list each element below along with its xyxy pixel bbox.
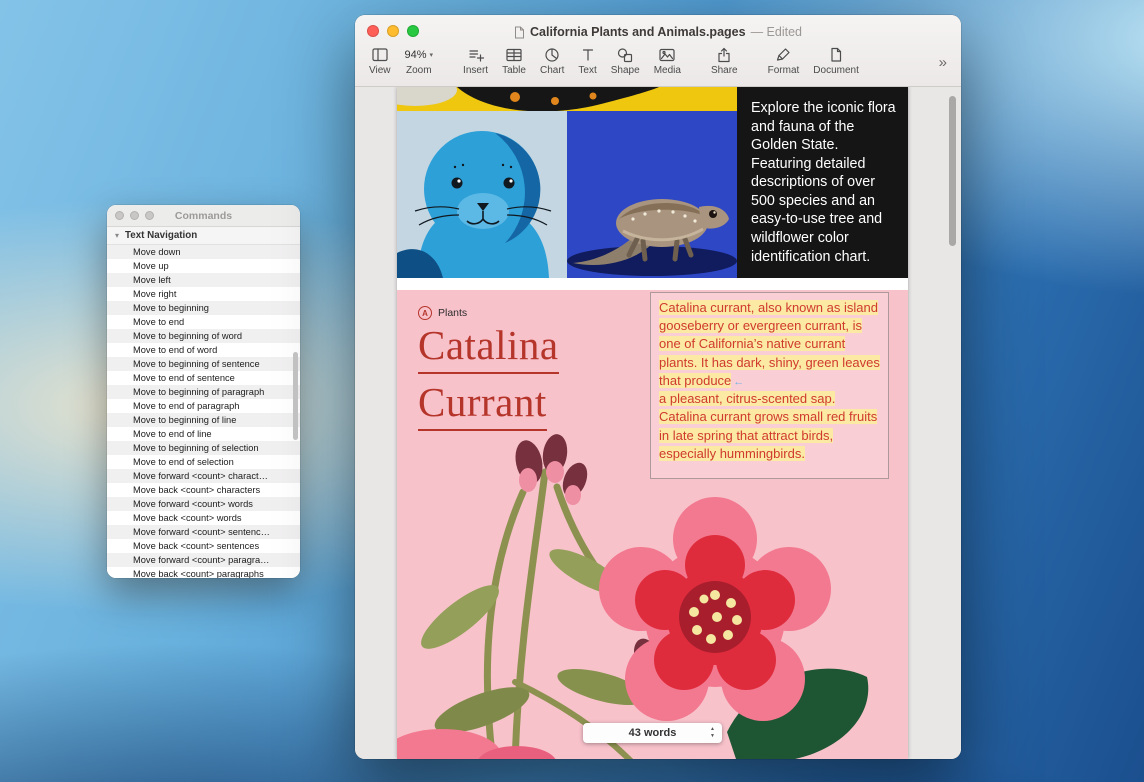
- toolbar-table-button[interactable]: Table: [502, 46, 526, 76]
- edited-badge: — Edited: [751, 25, 802, 39]
- commands-window-title: Commands: [175, 210, 232, 222]
- stepper-chevrons-icon: ▲ ▼: [710, 726, 715, 740]
- insert-icon: [467, 46, 485, 63]
- body-text-part1: Catalina currant, also known as island g…: [659, 300, 880, 388]
- list-item[interactable]: Move back <count> paragraphs: [107, 567, 300, 578]
- article-section: A Plants Catalina Currant Catalina curra…: [397, 290, 908, 759]
- shape-icon: [616, 46, 634, 63]
- line-break-marker: ←: [731, 376, 744, 388]
- document-page: Explore the iconic flora and fauna of th…: [397, 87, 908, 759]
- heading-line-2: Currant: [418, 381, 547, 431]
- list-item[interactable]: Move down: [107, 245, 300, 259]
- list-item[interactable]: Move to end of selection: [107, 455, 300, 469]
- list-item[interactable]: Move to end: [107, 315, 300, 329]
- list-item[interactable]: Move to end of sentence: [107, 371, 300, 385]
- toolbar-text-button[interactable]: Text: [578, 46, 596, 76]
- cover-intro-text[interactable]: Explore the iconic flora and fauna of th…: [737, 87, 908, 278]
- minimize-button[interactable]: [387, 25, 399, 37]
- list-item[interactable]: Move left: [107, 273, 300, 287]
- list-item[interactable]: Move to end of paragraph: [107, 399, 300, 413]
- pages-window: California Plants and Animals.pages — Ed…: [355, 15, 961, 759]
- word-count-label: 43 words: [629, 727, 677, 739]
- commands-section-label: Text Navigation: [125, 230, 197, 241]
- document-title: California Plants and Animals.pages: [530, 25, 746, 39]
- list-item[interactable]: Move to beginning of line: [107, 413, 300, 427]
- window-title: California Plants and Animals.pages — Ed…: [514, 25, 802, 39]
- window-controls: [367, 25, 419, 37]
- media-icon: [658, 46, 676, 63]
- list-item[interactable]: Move forward <count> sentenc…: [107, 525, 300, 539]
- category-label: Plants: [438, 307, 467, 319]
- list-item[interactable]: Move to beginning of selection: [107, 441, 300, 455]
- list-item[interactable]: Move to beginning: [107, 301, 300, 315]
- view-icon: [371, 46, 389, 63]
- chevron-down-icon[interactable]: ▾: [115, 232, 119, 240]
- pages-header: California Plants and Animals.pages — Ed…: [355, 15, 961, 87]
- list-item[interactable]: Move forward <count> paragra…: [107, 553, 300, 567]
- minimize-button[interactable]: [130, 211, 139, 220]
- butterfly-strip-illustration[interactable]: [397, 87, 737, 111]
- commands-scrollbar[interactable]: [293, 352, 298, 440]
- heading-line-1: Catalina: [418, 324, 559, 374]
- table-icon: [505, 46, 523, 63]
- toolbar-shape-button[interactable]: Shape: [611, 46, 640, 76]
- document-proxy-icon: [514, 26, 525, 39]
- commands-titlebar[interactable]: Commands: [107, 205, 300, 227]
- share-icon: [715, 46, 733, 63]
- pages-titlebar[interactable]: California Plants and Animals.pages — Ed…: [355, 15, 961, 45]
- text-icon: [579, 46, 597, 63]
- list-item[interactable]: Move up: [107, 259, 300, 273]
- zoom-button[interactable]: [407, 25, 419, 37]
- category-tag[interactable]: A Plants: [418, 306, 467, 320]
- document-icon: [827, 46, 845, 63]
- chart-icon: [543, 46, 561, 63]
- toolbar-insert-button[interactable]: Insert: [463, 46, 488, 76]
- commands-window: Commands ▾ Text Navigation Move downMove…: [107, 205, 300, 578]
- seal-illustration[interactable]: [397, 111, 567, 278]
- window-controls: [115, 211, 154, 220]
- pages-toolbar: View 94%▾ Zoom Insert Table Chart Text: [355, 45, 961, 87]
- list-item[interactable]: Move forward <count> charact…: [107, 469, 300, 483]
- window-scrollbar[interactable]: [949, 96, 956, 246]
- commands-list: Move downMove upMove leftMove rightMove …: [107, 245, 300, 578]
- toolbar-chart-button[interactable]: Chart: [540, 46, 564, 76]
- list-item[interactable]: Move forward <count> words: [107, 497, 300, 511]
- toolbar-format-button[interactable]: Format: [768, 46, 800, 76]
- toolbar-document-button[interactable]: Document: [813, 46, 859, 76]
- list-item[interactable]: Move back <count> words: [107, 511, 300, 525]
- close-button[interactable]: [367, 25, 379, 37]
- format-icon: [774, 46, 792, 63]
- list-item[interactable]: Move to beginning of word: [107, 329, 300, 343]
- toolbar-view-button[interactable]: View: [369, 46, 391, 76]
- list-item[interactable]: Move to end of line: [107, 427, 300, 441]
- list-item[interactable]: Move to beginning of paragraph: [107, 385, 300, 399]
- word-count-pill[interactable]: 43 words ▲ ▼: [583, 723, 722, 743]
- list-item[interactable]: Move to beginning of sentence: [107, 357, 300, 371]
- zoom-button[interactable]: [145, 211, 154, 220]
- toolbar-zoom-control[interactable]: 94%▾ Zoom: [405, 46, 434, 76]
- cover-section: Explore the iconic flora and fauna of th…: [397, 87, 908, 278]
- list-item[interactable]: Move back <count> characters: [107, 483, 300, 497]
- commands-section-header[interactable]: ▾ Text Navigation: [107, 227, 300, 245]
- category-badge: A: [418, 306, 432, 320]
- toolbar-overflow-button[interactable]: »: [937, 54, 949, 71]
- list-item[interactable]: Move to end of word: [107, 343, 300, 357]
- chevron-down-icon: ▾: [430, 51, 434, 59]
- lizard-illustration[interactable]: [567, 111, 737, 278]
- close-button[interactable]: [115, 211, 124, 220]
- zoom-value: 94%: [405, 49, 427, 61]
- document-canvas: Explore the iconic flora and fauna of th…: [355, 87, 961, 759]
- toolbar-media-button[interactable]: Media: [654, 46, 681, 76]
- list-item[interactable]: Move right: [107, 287, 300, 301]
- currant-flower-illustration[interactable]: [397, 432, 908, 759]
- toolbar-share-button[interactable]: Share: [711, 46, 738, 76]
- article-heading[interactable]: Catalina Currant: [418, 324, 559, 438]
- section-divider: [397, 278, 908, 290]
- list-item[interactable]: Move back <count> sentences: [107, 539, 300, 553]
